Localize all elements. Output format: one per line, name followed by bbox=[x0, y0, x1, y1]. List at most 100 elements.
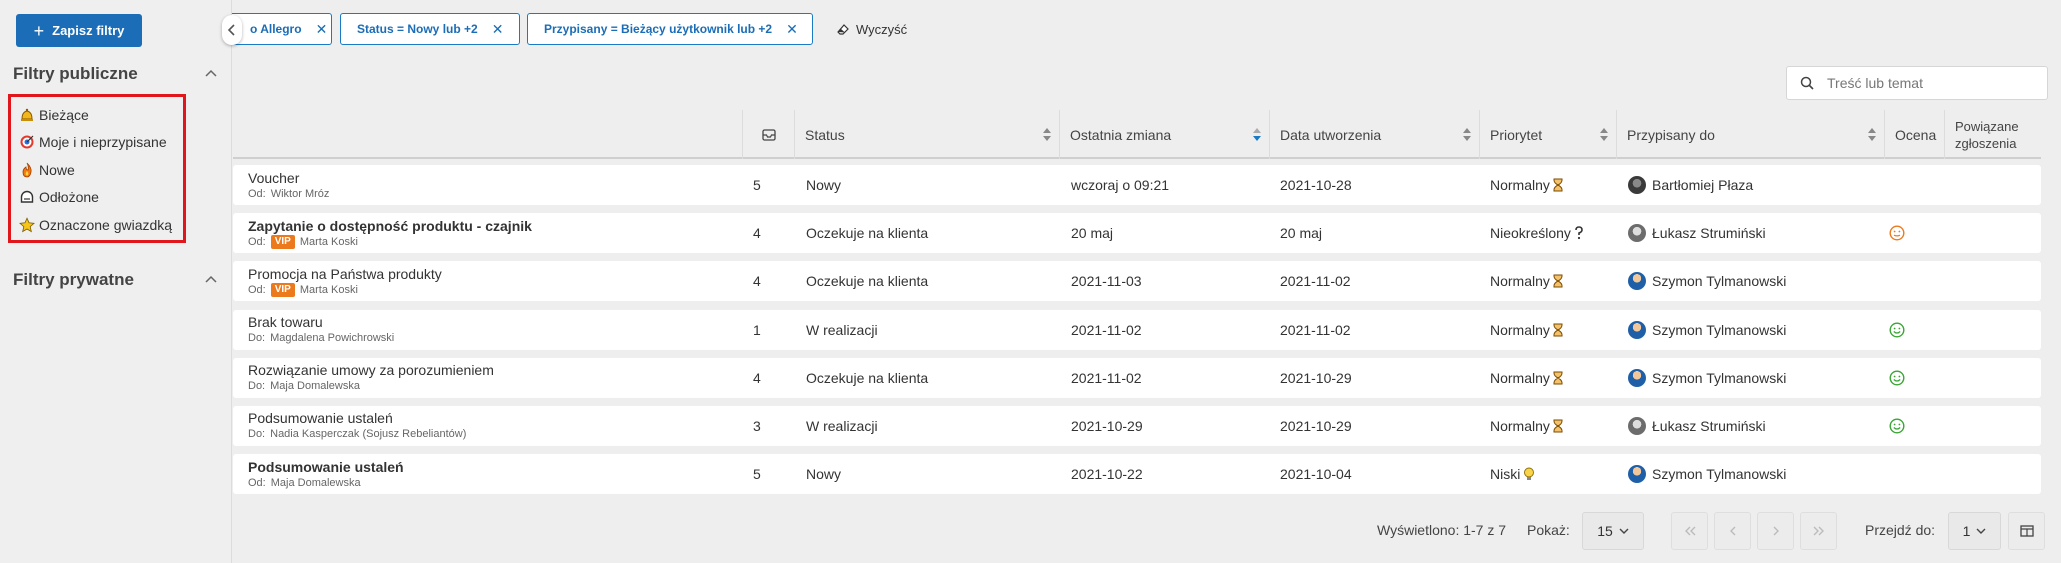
search-input[interactable] bbox=[1827, 75, 2027, 91]
created-cell: 2021-10-29 bbox=[1280, 369, 1352, 386]
subject-cell[interactable]: Podsumowanie ustaleń Do: Nadia Kasperczak … bbox=[248, 406, 466, 446]
status-cell: Oczekuje na klienta bbox=[806, 273, 929, 290]
next-page-button[interactable] bbox=[1757, 512, 1794, 550]
contact-name: Maja Domalewska bbox=[270, 476, 361, 489]
contact-name: Wiktor Mróz bbox=[270, 187, 330, 200]
chevron-down-icon bbox=[1976, 528, 1986, 534]
search-box[interactable] bbox=[1786, 66, 2048, 100]
column-messages[interactable] bbox=[742, 110, 794, 159]
ticket-contact: Od: VIP Marta Koski bbox=[248, 234, 358, 249]
close-icon[interactable]: ✕ bbox=[786, 21, 798, 38]
table-row[interactable]: Rozwiązanie umowy za porozumieniem Do: Maj… bbox=[233, 357, 2041, 398]
column-priority[interactable]: Priorytet bbox=[1479, 110, 1616, 159]
message-count: 3 bbox=[753, 417, 761, 434]
priority-cell: Normalny bbox=[1490, 358, 1563, 398]
column-created[interactable]: Data utworzenia bbox=[1269, 110, 1479, 159]
ticket-subject[interactable]: Podsumowanie ustaleń bbox=[248, 410, 393, 427]
filter-chip-status[interactable]: Status = Nowy lub +2 ✕ bbox=[340, 13, 520, 45]
last-page-button[interactable] bbox=[1800, 512, 1837, 550]
assigned-cell: Łukasz Strumiński bbox=[1628, 406, 1766, 446]
prev-page-button[interactable] bbox=[1714, 512, 1751, 550]
filter-item-odlozone[interactable]: Odłożone bbox=[19, 184, 183, 212]
table-row[interactable]: Brak towaru Do: Magdalena Powichrowski 1 W r… bbox=[233, 309, 2041, 350]
goto-page-value: 1 bbox=[1962, 523, 1971, 539]
sort-icon[interactable] bbox=[1600, 128, 1608, 141]
subject-cell[interactable]: Rozwiązanie umowy za porozumieniem Do: Maj… bbox=[248, 358, 494, 398]
table-row[interactable]: Voucher Od: Wiktor Mróz 5 Nowy wczoraj o 09:2… bbox=[233, 165, 2041, 205]
column-settings-button[interactable] bbox=[2008, 512, 2045, 550]
assigned-cell: Bartłomiej Płaza bbox=[1628, 165, 1753, 205]
subject-cell[interactable]: Podsumowanie ustaleń Od: Maja Domalewska bbox=[248, 454, 404, 494]
assigned-cell: Szymon Tylmanowski bbox=[1628, 454, 1786, 494]
sort-icon[interactable] bbox=[1043, 128, 1051, 141]
filter-item-gwiazdka[interactable]: Oznaczone gwiazdką bbox=[19, 211, 183, 239]
column-label: Ostatnia zmiana bbox=[1070, 126, 1172, 143]
column-label: Data utworzenia bbox=[1280, 126, 1382, 143]
filter-item-nowe[interactable]: Nowe bbox=[19, 156, 183, 184]
goto-label: Przejdź do: bbox=[1865, 522, 1936, 538]
priority-label: Nieokreślony bbox=[1490, 225, 1571, 242]
message-count: 5 bbox=[753, 466, 761, 483]
smiley-happy-icon bbox=[1889, 370, 1905, 386]
sort-icon[interactable] bbox=[1868, 128, 1876, 141]
private-filters-header[interactable]: Filtry prywatne bbox=[13, 270, 218, 290]
ticket-subject[interactable]: Rozwiązanie umowy za porozumieniem bbox=[248, 362, 494, 379]
page-size-value: 15 bbox=[1597, 523, 1613, 539]
chevron-left-icon bbox=[227, 24, 235, 36]
ticket-subject[interactable]: Promocja na Państwa produkty bbox=[248, 266, 442, 283]
priority-label: Normalny bbox=[1490, 369, 1550, 386]
ticket-subject[interactable]: Podsumowanie ustaleń bbox=[248, 459, 404, 476]
priority-label: Normalny bbox=[1490, 417, 1550, 434]
goto-page-select[interactable]: 1 bbox=[1948, 512, 2001, 550]
save-filters-button[interactable]: + Zapisz filtry bbox=[16, 14, 142, 47]
close-icon[interactable]: ✕ bbox=[316, 21, 328, 38]
subject-cell[interactable]: Zapytanie o dostępność produktu - czajni… bbox=[248, 213, 532, 253]
clear-filters-label: Wyczyść bbox=[856, 22, 908, 37]
contact-name: Maja Domalewska bbox=[270, 380, 360, 393]
table-header: Status Ostatnia zmiana Data utworzenia P… bbox=[233, 110, 2041, 159]
ticket-subject[interactable]: Brak towaru bbox=[248, 314, 323, 331]
filter-item-label: Odłożone bbox=[39, 189, 99, 206]
filter-chip-assigned[interactable]: Przypisany = Bieżący użytkownik lub +2 ✕ bbox=[527, 13, 813, 45]
table-row[interactable]: Podsumowanie ustaleń Od: Maja Domalewska 5 N… bbox=[233, 454, 2041, 495]
table-row[interactable]: Podsumowanie ustaleń Do: Nadia Kasperczak … bbox=[233, 405, 2041, 446]
subject-cell[interactable]: Promocja na Państwa produkty Od: VIP Marta … bbox=[248, 261, 442, 301]
column-related[interactable]: Powiązane zgłoszenia bbox=[1944, 110, 2032, 159]
filter-chip-allegro[interactable]: o Allegro ✕ bbox=[232, 13, 332, 45]
column-status[interactable]: Status bbox=[794, 110, 1059, 159]
assigned-cell: Szymon Tylmanowski bbox=[1628, 261, 1786, 301]
chip-label: Przypisany = Bieżący użytkownik lub +2 bbox=[544, 22, 773, 36]
page-size-select[interactable]: 15 bbox=[1582, 512, 1644, 550]
avatar bbox=[1628, 465, 1646, 484]
ticket-table-body: Voucher Od: Wiktor Mróz 5 Nowy wczoraj o 09:2… bbox=[233, 165, 2041, 502]
first-page-button[interactable] bbox=[1671, 512, 1708, 550]
column-rating[interactable]: Ocena bbox=[1884, 110, 1944, 159]
chevron-up-icon[interactable] bbox=[204, 273, 218, 287]
message-count: 4 bbox=[753, 273, 761, 290]
sort-desc-icon[interactable] bbox=[1253, 128, 1261, 141]
ticket-subject[interactable]: Voucher bbox=[248, 170, 299, 187]
table-row[interactable]: Zapytanie o dostępność produktu - czajni… bbox=[233, 213, 2041, 254]
filter-item-biezace[interactable]: Bieżące bbox=[19, 101, 183, 129]
close-icon[interactable]: ✕ bbox=[492, 21, 504, 38]
assigned-cell: Szymon Tylmanowski bbox=[1628, 310, 1786, 350]
avatar bbox=[1628, 224, 1646, 243]
table-row[interactable]: Promocja na Państwa produkty Od: VIP Marta … bbox=[233, 261, 2041, 302]
subject-cell[interactable]: Voucher Od: Wiktor Mróz bbox=[248, 165, 329, 205]
subject-cell[interactable]: Brak towaru Do: Magdalena Powichrowski bbox=[248, 310, 394, 350]
filter-item-moje[interactable]: Moje i nieprzypisane bbox=[19, 129, 183, 157]
contact-prefix: Od: bbox=[248, 235, 266, 248]
created-cell: 2021-11-02 bbox=[1280, 273, 1351, 290]
column-label: Status bbox=[805, 126, 845, 143]
column-last-change[interactable]: Ostatnia zmiana bbox=[1059, 110, 1269, 159]
sort-icon[interactable] bbox=[1463, 128, 1471, 141]
collapse-sidebar-button[interactable] bbox=[222, 15, 242, 45]
public-filters-header[interactable]: Filtry publiczne bbox=[13, 64, 218, 84]
ticket-contact: Od: Maja Domalewska bbox=[248, 476, 361, 490]
last-change-cell: 2021-11-03 bbox=[1071, 273, 1142, 290]
clear-filters-button[interactable]: Wyczyść bbox=[837, 22, 907, 37]
ticket-subject[interactable]: Zapytanie o dostępność produktu - czajni… bbox=[248, 218, 532, 235]
chevron-up-icon[interactable] bbox=[204, 67, 218, 81]
status-cell: Oczekuje na klienta bbox=[806, 225, 929, 242]
column-assigned[interactable]: Przypisany do bbox=[1616, 110, 1884, 159]
